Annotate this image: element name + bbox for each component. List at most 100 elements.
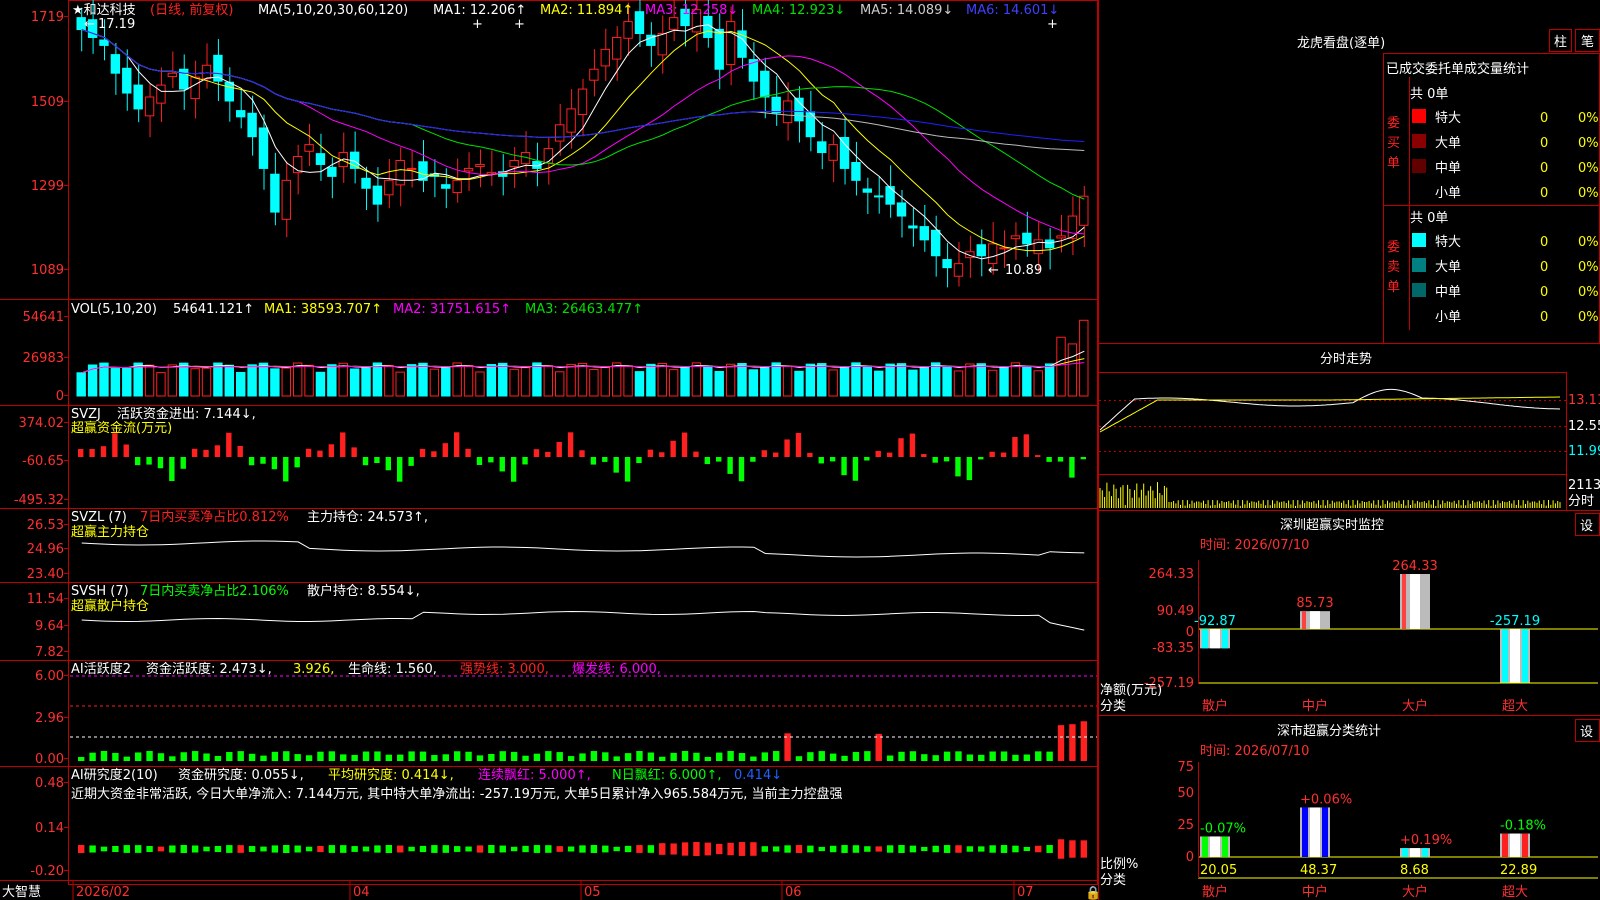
candle (338, 132, 348, 183)
tab-bar[interactable]: 柱 (1554, 35, 1567, 50)
vol-tick: 0 (56, 389, 64, 404)
order-count: 0 (1540, 136, 1548, 151)
monitor-value: 85.73 (1296, 596, 1333, 611)
lock-icon[interactable]: 🔒 (1085, 886, 1101, 900)
research-bar (750, 842, 757, 856)
classify-settings-button[interactable]: 设 (1580, 725, 1593, 740)
monitor-tick: -83.35 (1152, 641, 1194, 656)
activity-bar (659, 756, 666, 761)
candle (1010, 222, 1021, 260)
volume-bar (1010, 362, 1021, 397)
activity-bar (214, 755, 222, 761)
research-bar (351, 846, 358, 852)
ma10-line (81, 29, 1085, 252)
research-bar (1080, 840, 1087, 858)
activity-bar (1080, 721, 1087, 761)
activity-bar (750, 756, 757, 761)
volume-bar (987, 369, 998, 397)
flow-bar (305, 448, 312, 457)
candle (236, 88, 246, 129)
monitor-settings-button[interactable]: 设 (1580, 519, 1593, 534)
tab-tick[interactable]: 笔 (1581, 34, 1594, 50)
activity-bar (248, 753, 256, 761)
research-bar (921, 846, 928, 852)
candle (486, 150, 497, 186)
flow-bar (123, 444, 129, 457)
activity-bar (146, 751, 153, 761)
svzl-sub: 超赢主力持仓 (71, 524, 149, 540)
ai1-e: 爆发线: 6.000, (572, 661, 661, 677)
research-bar (784, 845, 791, 853)
volume-bar (532, 362, 542, 397)
stock-chart-area[interactable]: 1719 1509 1299 1089 54641 26983 0 374.02… (0, 0, 1600, 900)
research-bar (248, 846, 256, 852)
monitor-category: 大户 (1402, 698, 1428, 714)
svsh-tick: 11.54 (27, 592, 64, 607)
research-bar (978, 846, 985, 852)
candle (144, 83, 155, 138)
research-bar (681, 842, 689, 856)
classify-bar: +0.19% 8.68 大户 (1400, 833, 1452, 900)
candle (555, 103, 565, 156)
research-bar (169, 845, 176, 853)
flow-bar (362, 457, 369, 466)
order-count: 0 (1540, 260, 1548, 275)
research-bar (579, 845, 586, 853)
flow-bar (1023, 434, 1030, 457)
candle (748, 42, 759, 101)
svzl-hold: 主力持仓: 24.573↑, (307, 510, 428, 525)
flow-bar (351, 447, 357, 457)
research-bar (1012, 845, 1019, 853)
flow-bar (488, 457, 494, 463)
activity-bar (362, 751, 370, 761)
volume-bar (805, 363, 816, 397)
flow-bar (659, 452, 665, 457)
flow-bar (1000, 452, 1007, 457)
svsh-tick: 7.82 (35, 645, 64, 660)
research-bar (1035, 845, 1042, 853)
volume-bar (395, 371, 405, 397)
activity-bar (807, 752, 814, 761)
candle (828, 134, 838, 183)
svg-text:←: ← (84, 17, 95, 32)
flow-bar (670, 440, 676, 457)
period-label[interactable]: (日线, 前复权) (150, 2, 233, 18)
volume-bar (976, 363, 986, 397)
activity-bar (533, 753, 541, 761)
high-mark: 17.19 (98, 17, 135, 32)
flow-bar (419, 448, 426, 457)
research-bar (226, 845, 233, 853)
activity-bar (875, 733, 882, 761)
event-marker[interactable]: + (472, 17, 483, 32)
candle (874, 176, 884, 214)
order-pct: 0% (1578, 260, 1599, 275)
research-bar (89, 845, 96, 853)
order-pct: 0% (1578, 111, 1599, 126)
activity-bar (305, 755, 313, 761)
research-bar (260, 846, 267, 852)
research-bar (966, 846, 974, 852)
candle (179, 54, 189, 110)
event-marker[interactable]: + (514, 17, 525, 32)
candle (315, 133, 326, 181)
ma3-value: MA3: 12.258↓ (645, 3, 738, 18)
price-tick: 1509 (31, 95, 64, 110)
research-bar (613, 846, 620, 852)
activity-bar (522, 755, 529, 761)
activity-bar (226, 752, 233, 761)
flow-bar (886, 452, 893, 457)
volume-bar (76, 372, 86, 397)
research-bar (203, 846, 210, 852)
event-marker[interactable]: + (1047, 17, 1058, 32)
activity-bar (772, 751, 780, 761)
svsh-sub: 超赢散户持仓 (71, 598, 149, 614)
flow-bar (533, 449, 540, 457)
research-bar (510, 846, 518, 852)
order-count: 0 (1540, 186, 1548, 201)
flow-bar (909, 433, 916, 457)
classify-tick: 25 (1177, 818, 1194, 833)
classify-date: 时间: 2026/07/10 (1200, 744, 1309, 759)
volume-bar (190, 368, 200, 397)
flow-bar (989, 451, 995, 457)
volume-bar (623, 365, 633, 397)
